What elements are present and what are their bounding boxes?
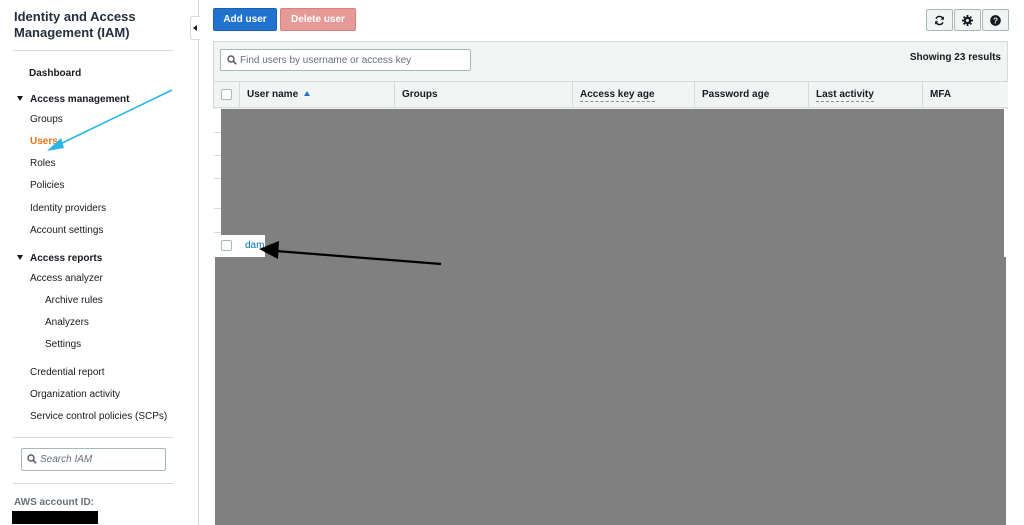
sidebar-item-analyzers[interactable]: Analyzers [45, 317, 89, 328]
settings-button[interactable] [954, 9, 981, 31]
sidebar-section-label: Access reports [30, 253, 103, 264]
sidebar-title: Identity and Access Management (IAM) [14, 9, 136, 40]
column-label: Password age [702, 89, 770, 100]
sidebar-item-scps[interactable]: Service control policies (SCPs) [30, 411, 167, 422]
caret-down-icon [17, 255, 23, 260]
help-button[interactable]: ? [982, 9, 1009, 31]
results-count: Showing 23 results [909, 52, 1001, 63]
search-icon [27, 454, 37, 464]
sidebar-item-settings[interactable]: Settings [45, 339, 81, 350]
sidebar: Identity and Access Management (IAM) Das… [0, 0, 186, 525]
account-id-label: AWS account ID: [14, 497, 95, 508]
sidebar-item-account-settings[interactable]: Account settings [30, 225, 103, 236]
column-label: MFA [930, 89, 952, 100]
delete-user-button[interactable]: Delete user [280, 8, 356, 31]
sidebar-section-access-management[interactable]: Access management [17, 94, 130, 105]
column-mfa[interactable]: MFA [922, 82, 1008, 108]
table-header: User name Groups Access key age Password… [214, 81, 1008, 108]
sort-ascending-icon [304, 91, 311, 96]
sidebar-item-policies[interactable]: Policies [30, 180, 64, 191]
add-user-button[interactable]: Add user [213, 8, 277, 31]
sidebar-divider [13, 50, 173, 51]
sidebar-search[interactable] [21, 448, 166, 471]
sidebar-divider [13, 483, 173, 484]
row-checkbox[interactable] [221, 240, 232, 251]
sidebar-item-dashboard[interactable]: Dashboard [29, 68, 81, 79]
gear-icon [962, 14, 973, 26]
column-label: Last activity [816, 89, 874, 102]
column-groups[interactable]: Groups [394, 82, 572, 108]
svg-text:?: ? [993, 16, 998, 25]
column-last-activity[interactable]: Last activity [808, 82, 922, 108]
sidebar-divider [13, 437, 173, 438]
account-id-redacted [12, 511, 98, 524]
redacted-rows-bottom [215, 257, 1006, 525]
select-all-checkbox[interactable] [221, 89, 232, 100]
column-user-name[interactable]: User name [239, 82, 394, 108]
column-label: Groups [402, 89, 438, 100]
refresh-button[interactable] [926, 9, 953, 31]
column-access-key-age[interactable]: Access key age [572, 82, 694, 108]
find-users-input[interactable] [240, 52, 465, 68]
sidebar-border [198, 0, 199, 525]
sidebar-section-label: Access management [30, 94, 130, 105]
find-users-search[interactable] [220, 49, 471, 71]
help-icon: ? [990, 14, 1001, 26]
sidebar-item-organization-activity[interactable]: Organization activity [30, 389, 120, 400]
collapse-sidebar-handle[interactable] [190, 16, 200, 40]
refresh-icon [935, 15, 944, 25]
sidebar-item-identity-providers[interactable]: Identity providers [30, 203, 106, 214]
sidebar-search-input[interactable] [40, 451, 160, 468]
redacted-rows-top [221, 109, 1004, 235]
sidebar-item-credential-report[interactable]: Credential report [30, 367, 104, 378]
user-name-link[interactable]: dam [245, 240, 264, 251]
caret-down-icon [17, 96, 23, 101]
sidebar-item-groups[interactable]: Groups [30, 114, 63, 125]
column-password-age[interactable]: Password age [694, 82, 808, 108]
sidebar-item-access-analyzer[interactable]: Access analyzer [30, 273, 103, 284]
column-label: User name [247, 89, 299, 100]
sidebar-item-roles[interactable]: Roles [30, 158, 56, 169]
search-icon [227, 55, 237, 65]
iam-console: Identity and Access Management (IAM) Das… [0, 0, 1024, 525]
sidebar-item-users[interactable]: Users [30, 136, 58, 147]
redacted-row-remainder [265, 235, 1004, 257]
sidebar-section-access-reports[interactable]: Access reports [17, 253, 102, 264]
sidebar-item-archive-rules[interactable]: Archive rules [45, 295, 103, 306]
column-label: Access key age [580, 89, 655, 102]
